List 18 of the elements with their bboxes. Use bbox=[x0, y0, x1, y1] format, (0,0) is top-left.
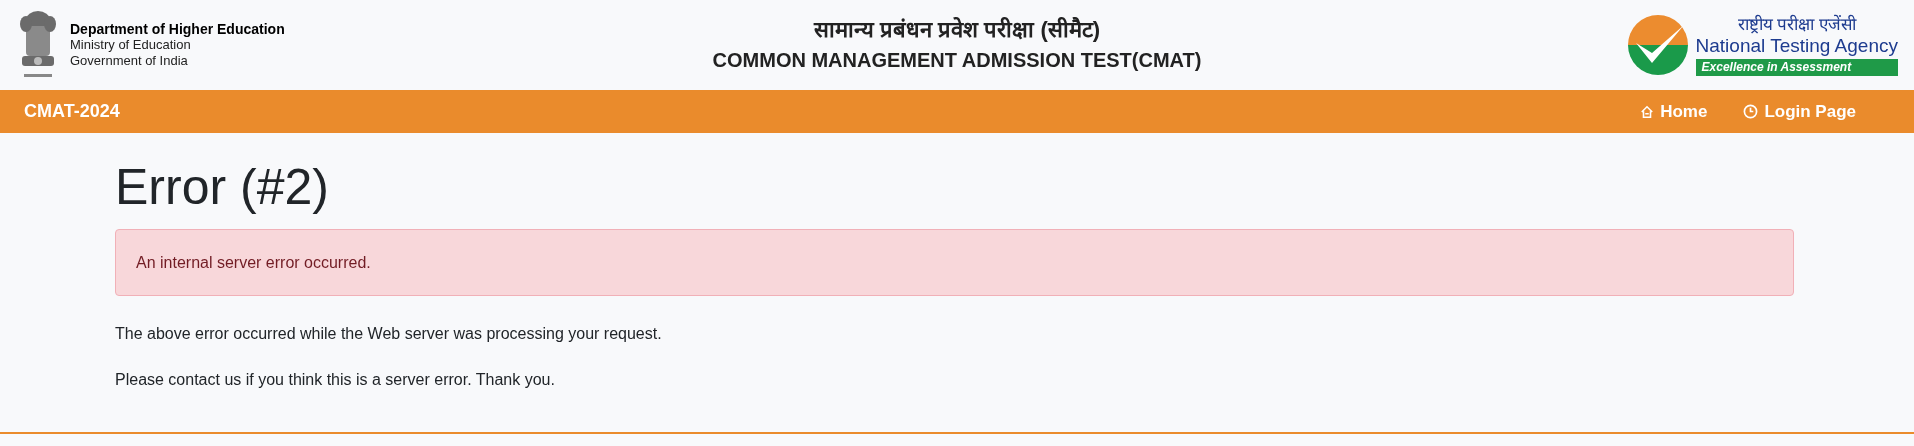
message-paragraph: Please contact us if you think this is a server error. Thank you. bbox=[115, 370, 556, 390]
agency-hindi-name: राष्ट्रीय परीक्षा एजेंसी bbox=[1736, 14, 1858, 35]
agency-tagline: Excellence in Assessment bbox=[1695, 58, 1898, 76]
message-paragraph: The above error occurred while the Web server was processing your request. bbox=[115, 324, 663, 344]
hindi-title: सामान्य प्रबंधन प्रवेश परीक्षा (सीमैट) bbox=[813, 16, 1101, 44]
page-title: COMMON MANAGEMENT ADMISSION TEST(CMAT) bbox=[712, 48, 1202, 73]
nav-link[interactable]: Home bbox=[1640, 98, 1708, 125]
department-line: Ministry of Education bbox=[70, 37, 192, 53]
home-icon bbox=[1640, 104, 1655, 119]
checkmark-logo-icon bbox=[1625, 13, 1690, 77]
nav-link[interactable]: Login Page bbox=[1743, 98, 1856, 125]
brand-link[interactable]: CMAT-2024 bbox=[24, 98, 120, 125]
department-line: Government of India bbox=[70, 53, 189, 69]
error-heading: Error (#2) bbox=[115, 158, 330, 217]
clock-icon bbox=[1743, 104, 1759, 119]
department-name: Department of Higher Education bbox=[70, 21, 285, 37]
agency-name: National Testing Agency bbox=[1695, 34, 1898, 57]
error-alert: An internal server error occurred. bbox=[115, 229, 1794, 296]
